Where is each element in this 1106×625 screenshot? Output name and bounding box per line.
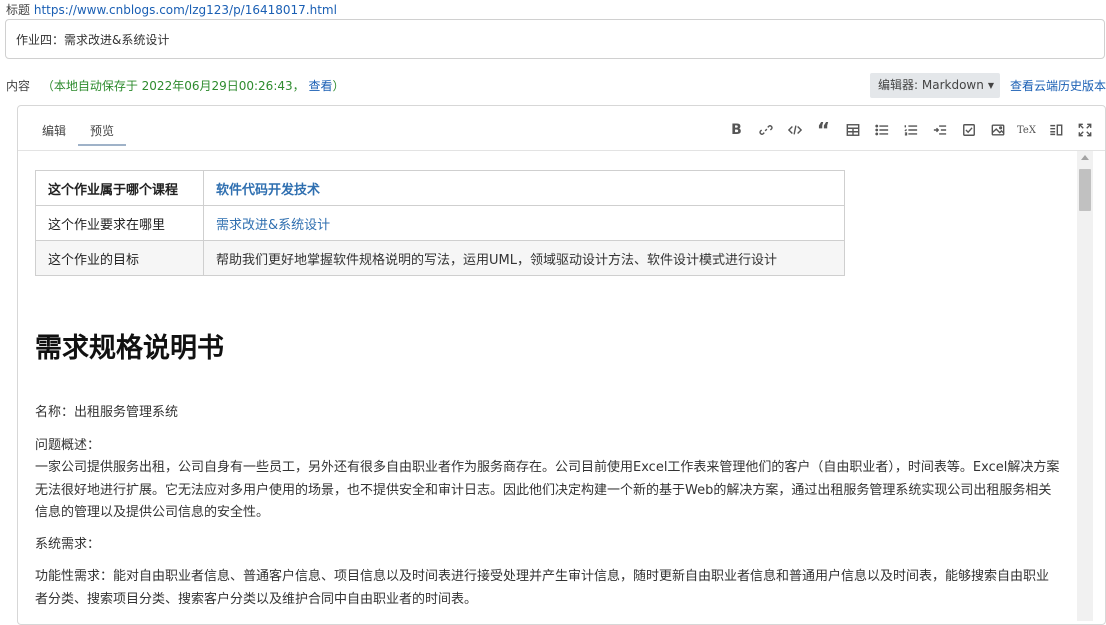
problem-label: 问题概述： xyxy=(35,438,101,453)
checkbox-icon[interactable] xyxy=(958,120,979,140)
table-value-cell: 帮助我们更好地掌握软件规格说明的写法，运用UML，领域驱动设计方法、软件设计模式… xyxy=(203,240,845,276)
title-label: 标题 xyxy=(6,3,31,17)
link-icon[interactable] xyxy=(755,120,776,140)
table-key-cell: 这个作业要求在哪里 xyxy=(35,205,204,241)
title-input[interactable] xyxy=(6,20,1104,58)
table-row: 这个作业要求在哪里 需求改进&系统设计 xyxy=(35,205,845,241)
editor-type-label: 编辑器: Markdown xyxy=(878,78,984,92)
table-icon[interactable] xyxy=(842,120,863,140)
bullet-list-icon[interactable] xyxy=(871,120,892,140)
scroll-up-arrow-icon[interactable] xyxy=(1081,155,1089,160)
tab-preview[interactable]: 预览 xyxy=(78,116,127,146)
requirement-link[interactable]: 需求改进&系统设计 xyxy=(203,205,845,241)
numbered-list-icon[interactable] xyxy=(900,120,921,140)
scrollbar-thumb[interactable] xyxy=(1079,169,1091,211)
fullscreen-icon[interactable] xyxy=(1074,120,1095,140)
image-icon[interactable] xyxy=(987,120,1008,140)
side-by-side-icon[interactable] xyxy=(1045,120,1066,140)
preview-pane: 这个作业属于哪个课程 软件代码开发技术 这个作业要求在哪里 需求改进&系统设计 … xyxy=(19,151,1076,621)
title-field[interactable] xyxy=(5,19,1105,59)
post-url-link[interactable]: https://www.cnblogs.com/lzg123/p/1641801… xyxy=(34,3,337,17)
bold-icon[interactable]: B xyxy=(726,120,747,140)
title-label-row: 标题 https://www.cnblogs.com/lzg123/p/1641… xyxy=(6,2,337,18)
table-key-cell: 这个作业属于哪个课程 xyxy=(35,170,204,206)
view-autosave-link[interactable]: 查看 xyxy=(308,79,332,93)
tex-icon[interactable]: TeX xyxy=(1016,120,1037,140)
autosave-close: ） xyxy=(332,79,345,93)
quote-icon[interactable]: “ xyxy=(813,120,834,140)
markdown-editor: 编辑 预览 B “ TeX 这个作业属于哪个课程 软件代码开发技术 这个作业要求… xyxy=(17,105,1106,625)
system-requirements-label: 系统需求： xyxy=(35,537,101,552)
autosave-status: （本地自动保存于 2022年06月29日00:26:43， 查看） xyxy=(42,79,345,93)
table-row: 这个作业的目标 帮助我们更好地掌握软件规格说明的写法，运用UML，领域驱动设计方… xyxy=(35,240,845,276)
editor-toolbar: B “ TeX xyxy=(726,120,1095,140)
content-label-row: 内容 （本地自动保存于 2022年06月29日00:26:43， 查看） xyxy=(6,77,345,95)
code-icon[interactable] xyxy=(784,120,805,140)
table-key-cell: 这个作业的目标 xyxy=(35,240,204,276)
assignment-info-table: 这个作业属于哪个课程 软件代码开发技术 这个作业要求在哪里 需求改进&系统设计 … xyxy=(35,170,845,276)
functional-requirements-paragraph: 功能性需求：能对自由职业者信息、普通客户信息、项目信息以及时间表进行接受处理并产… xyxy=(35,569,1050,607)
indent-icon[interactable] xyxy=(929,120,950,140)
table-row: 这个作业属于哪个课程 软件代码开发技术 xyxy=(35,170,845,206)
problem-paragraph: 一家公司提供服务出租，公司自身有一些员工，另外还有很多自由职业者作为服务商存在。… xyxy=(35,460,1060,520)
system-name-line: 名称：出租服务管理系统 xyxy=(35,405,179,420)
autosave-text: （本地自动保存于 2022年06月29日00:26:43， xyxy=(41,79,305,93)
document-heading: 需求规格说明书 xyxy=(35,333,224,364)
caret-down-icon: ▼ xyxy=(987,81,994,90)
course-link[interactable]: 软件代码开发技术 xyxy=(203,170,845,206)
editor-type-dropdown[interactable]: 编辑器: Markdown ▼ xyxy=(870,73,1000,98)
preview-scrollbar[interactable] xyxy=(1077,151,1093,621)
content-label: 内容 xyxy=(6,79,31,93)
editor-tabs: 编辑 预览 xyxy=(30,116,127,146)
tab-edit[interactable]: 编辑 xyxy=(30,116,78,146)
cloud-history-link[interactable]: 查看云端历史版本 xyxy=(1010,77,1106,95)
